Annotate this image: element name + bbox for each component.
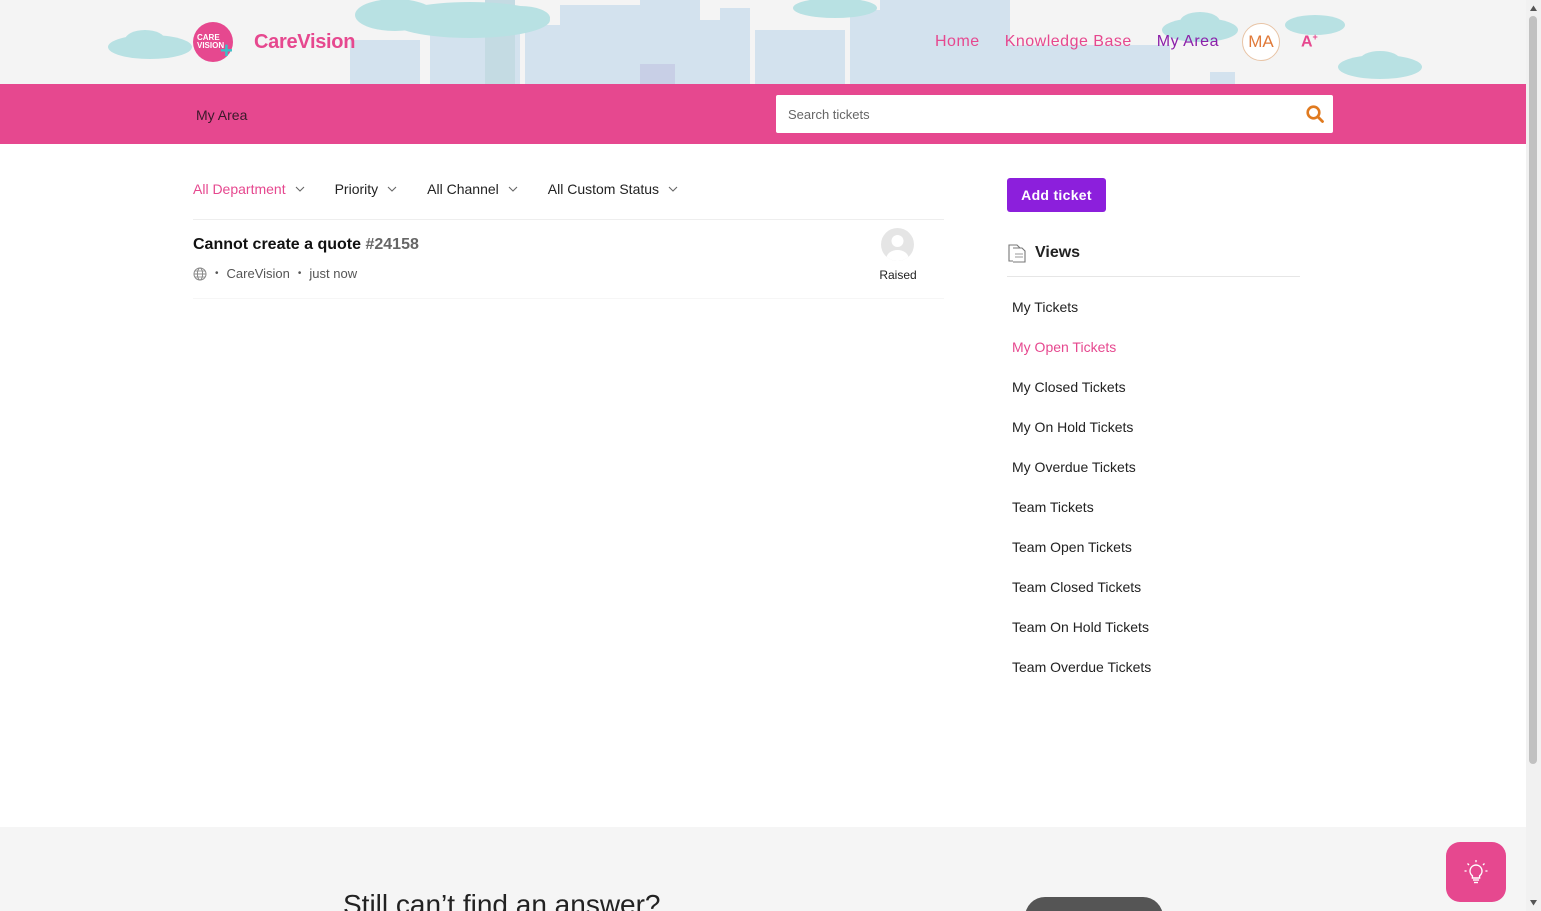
chevron-down-icon xyxy=(387,186,397,192)
ticket-subject: Cannot create a quote xyxy=(193,236,362,253)
assignee-avatar-icon xyxy=(881,228,914,261)
site-header: CARE VISION + CareVision Home Knowledge … xyxy=(0,0,1526,84)
ticket-title[interactable]: Cannot create a quote #24158 xyxy=(193,236,419,254)
filter-custom-status[interactable]: All Custom Status xyxy=(548,181,678,197)
views-title: Views xyxy=(1035,244,1081,261)
lightbulb-icon xyxy=(1464,860,1488,884)
ticket-number: #24158 xyxy=(365,236,419,253)
page-scrollbar[interactable] xyxy=(1526,0,1541,911)
ticket-time: just now xyxy=(309,266,358,281)
view-team-closed-tickets[interactable]: Team Closed Tickets xyxy=(1012,577,1151,617)
view-team-tickets[interactable]: Team Tickets xyxy=(1012,497,1151,537)
search-box xyxy=(776,95,1333,133)
filter-channel-label: All Channel xyxy=(427,181,499,197)
ticket-department: CareVision xyxy=(226,266,290,281)
filters-divider xyxy=(193,219,944,220)
scrollbar-thumb[interactable] xyxy=(1529,16,1537,764)
filter-department[interactable]: All Department xyxy=(193,181,305,197)
user-avatar[interactable]: MA xyxy=(1241,23,1280,61)
view-my-closed-tickets[interactable]: My Closed Tickets xyxy=(1012,377,1151,417)
meta-separator: • xyxy=(297,268,302,279)
ticket-status: Raised xyxy=(879,268,917,282)
filter-channel[interactable]: All Channel xyxy=(427,181,518,197)
views-document-icon xyxy=(1008,244,1026,263)
views-header: Views xyxy=(1007,243,1080,263)
breadcrumb: My Area xyxy=(196,107,248,123)
globe-icon xyxy=(193,267,207,280)
font-size-toggle[interactable]: A+ xyxy=(1301,32,1318,51)
help-widget-button[interactable] xyxy=(1446,842,1506,902)
plus-icon: + xyxy=(220,38,233,63)
filter-priority-label: Priority xyxy=(334,181,379,197)
subheader-bar: My Area xyxy=(0,84,1526,144)
filter-priority[interactable]: Priority xyxy=(335,181,398,197)
view-my-tickets[interactable]: My Tickets xyxy=(1012,297,1151,337)
search-icon[interactable] xyxy=(1305,104,1325,124)
font-toggle-letter: A xyxy=(1300,33,1313,51)
add-ticket-button[interactable]: Add ticket xyxy=(1007,178,1106,212)
views-list: My Tickets My Open Tickets My Closed Tic… xyxy=(1012,297,1151,697)
scroll-down-arrow-icon[interactable] xyxy=(1529,898,1538,907)
view-my-on-hold-tickets[interactable]: My On Hold Tickets xyxy=(1012,417,1151,457)
view-team-overdue-tickets[interactable]: Team Overdue Tickets xyxy=(1012,657,1151,697)
filter-custom-status-label: All Custom Status xyxy=(547,181,660,197)
filter-department-label: All Department xyxy=(193,181,286,197)
chevron-down-icon xyxy=(295,186,304,192)
brand-logo[interactable]: CARE VISION + CareVision xyxy=(193,21,355,63)
search-input[interactable] xyxy=(786,95,1290,133)
footer-headline: Still can’t find an answer? xyxy=(343,889,661,911)
view-my-overdue-tickets[interactable]: My Overdue Tickets xyxy=(1012,457,1151,497)
help-footer: Still can’t find an answer? xyxy=(0,827,1526,911)
top-navigation: Home Knowledge Base My Area MA A+ xyxy=(935,21,1318,63)
view-team-open-tickets[interactable]: Team Open Tickets xyxy=(1012,537,1151,577)
logo-mark: CARE VISION + xyxy=(193,22,233,62)
ticket-filters: All Department Priority All Channel All … xyxy=(193,181,708,197)
contact-us-button[interactable] xyxy=(1025,897,1163,911)
ticket-meta: • CareVision • just now xyxy=(193,266,357,281)
chevron-down-icon xyxy=(508,186,518,192)
scroll-up-arrow-icon[interactable] xyxy=(1529,4,1538,13)
nav-my-area[interactable]: My Area xyxy=(1157,33,1219,51)
font-toggle-plus: + xyxy=(1312,32,1318,43)
chevron-down-icon xyxy=(668,186,678,192)
view-team-on-hold-tickets[interactable]: Team On Hold Tickets xyxy=(1012,617,1151,657)
views-divider xyxy=(1007,276,1300,277)
meta-separator: • xyxy=(215,268,219,279)
logo-text: CareVision xyxy=(254,30,356,53)
ticket-row[interactable]: Cannot create a quote #24158 • CareVisio… xyxy=(193,228,944,299)
view-my-open-tickets[interactable]: My Open Tickets xyxy=(1012,337,1151,377)
nav-knowledge-base[interactable]: Knowledge Base xyxy=(1005,33,1132,51)
nav-home[interactable]: Home xyxy=(935,33,980,51)
